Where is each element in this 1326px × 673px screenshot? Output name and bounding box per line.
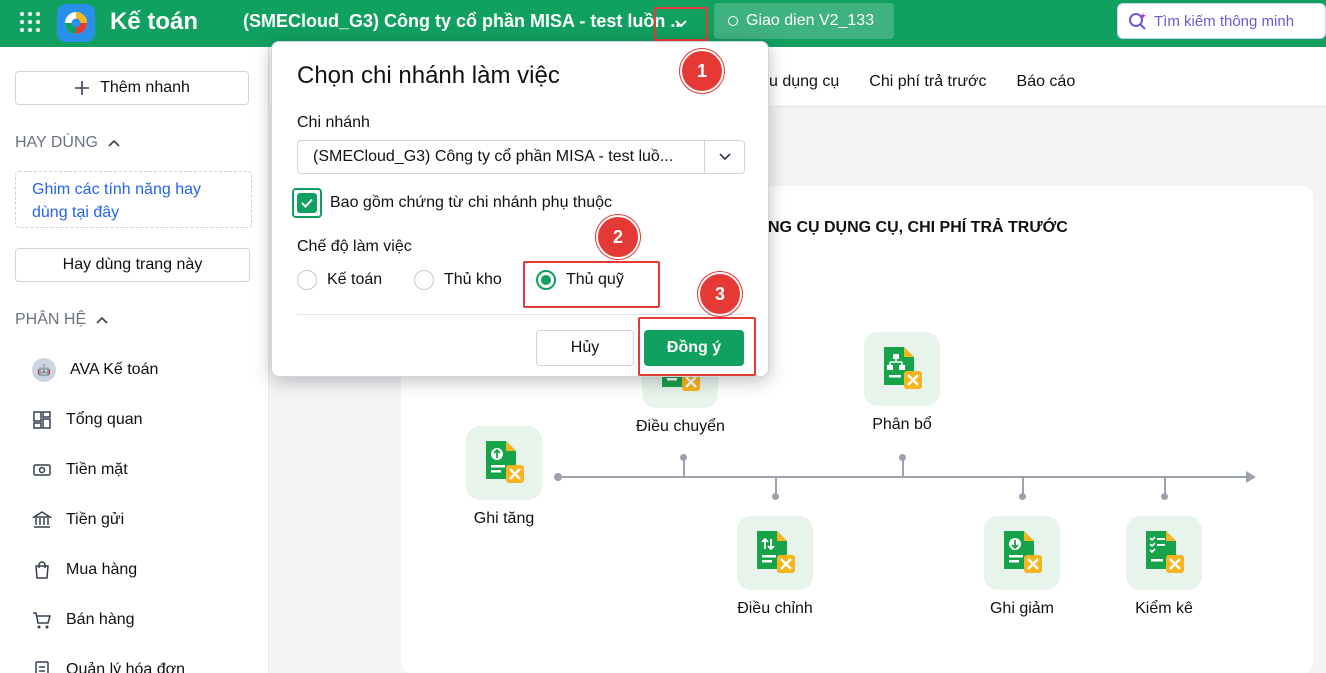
sidebar-item-purchase[interactable]: Mua hàng (32, 555, 137, 585)
tab-tools[interactable]: u dụng cụ (769, 73, 839, 91)
bank-icon (32, 510, 52, 530)
cart-icon (32, 610, 52, 630)
include-dependent-checkbox[interactable]: Bao gồm chứng từ chi nhánh phụ thuộc (292, 188, 612, 218)
branch-dropdown-toggle[interactable] (704, 141, 744, 173)
sidebar-item-label: Tiền gửi (66, 511, 125, 528)
radio-icon (414, 270, 434, 290)
step-badge-1: 1 (680, 49, 724, 93)
sidebar-item-cash[interactable]: Tiền mặt (32, 455, 128, 485)
ui-version-badge[interactable]: Giao dien V2_133 (714, 3, 894, 39)
stem-dot (772, 493, 779, 500)
node-label: Ghi tăng (473, 510, 535, 527)
step-badge-2: 2 (596, 215, 640, 259)
frequent-section-header[interactable]: HAY DÙNG (15, 134, 120, 152)
top-bar: Kế toán (SMECloud_G3) Công ty cổ phần MI… (0, 0, 1326, 47)
plus-icon (75, 81, 90, 95)
node-label: Ghi giảm (989, 600, 1055, 617)
step-badge-3: 3 (698, 272, 742, 316)
app-grid-icon[interactable] (18, 10, 42, 34)
tab-reports[interactable]: Báo cáo (1017, 73, 1076, 91)
flow-start-dot (554, 473, 562, 481)
include-dependent-label: Bao gồm chứng từ chi nhánh phụ thuộc (330, 194, 613, 211)
status-dot-icon (728, 16, 738, 26)
checkbox-focus-ring (292, 188, 322, 218)
chevron-down-icon (675, 20, 687, 28)
branch-select-value: (SMECloud_G3) Công ty cổ phần MISA - tes… (313, 148, 674, 165)
cash-icon (32, 460, 52, 480)
mode-radio-storekeeper[interactable]: Thủ kho (414, 270, 502, 290)
node-label: Điều chuyển (636, 418, 725, 435)
stem-dot (680, 454, 687, 461)
frequent-page-button[interactable]: Hay dùng trang này (15, 248, 250, 282)
mode-label: Chế độ làm việc (297, 238, 412, 255)
sidebar-item-bank[interactable]: Tiền gửi (32, 505, 124, 535)
tab-prepaid-expenses[interactable]: Chi phí trả trước (869, 73, 986, 91)
node-dieu-chinh[interactable]: Điều chỉnh (737, 516, 813, 618)
allocation-document-icon (864, 332, 940, 406)
frequent-section-title: HAY DÙNG (15, 134, 98, 151)
sidebar-item-ava[interactable]: 🤖 AVA Kế toán (32, 355, 158, 385)
node-label: Phân bổ (872, 416, 932, 433)
invoice-icon (32, 660, 52, 673)
sidebar-item-label: Mua hàng (66, 561, 138, 578)
node-kiem-ke[interactable]: Kiểm kê (1126, 516, 1202, 618)
node-phan-bo[interactable]: Phân bổ (864, 332, 940, 434)
company-dropdown-button[interactable] (654, 7, 708, 41)
cancel-button[interactable]: Hủy (536, 330, 634, 366)
radio-icon (297, 270, 317, 290)
radio-label: Thủ kho (444, 271, 502, 288)
ava-avatar-icon: 🤖 (32, 358, 56, 382)
chevron-up-icon (96, 316, 108, 324)
ai-search-icon (1129, 13, 1146, 30)
chevron-down-icon (718, 153, 731, 161)
sidebar-item-label: Quản lý hóa đơn (66, 661, 186, 673)
dialog-divider (297, 314, 745, 315)
misa-logo-icon (57, 4, 95, 42)
smart-search-placeholder: Tìm kiếm thông minh (1154, 12, 1295, 30)
smart-search-input[interactable]: Tìm kiếm thông minh (1117, 3, 1326, 39)
inventory-check-icon (1126, 516, 1202, 590)
sidebar-item-label: AVA Kế toán (70, 361, 159, 378)
radio-label: Kế toán (327, 271, 383, 288)
quick-add-label: Thêm nhanh (100, 79, 190, 96)
sidebar-item-label: Tiền mặt (66, 461, 128, 478)
highlight-cashier (523, 261, 660, 308)
sidebar-item-sales[interactable]: Bán hàng (32, 605, 135, 635)
branch-select[interactable]: (SMECloud_G3) Công ty cổ phần MISA - tes… (297, 140, 745, 174)
sidebar-item-label: Bán hàng (66, 611, 135, 628)
decrease-document-icon (984, 516, 1060, 590)
sidebar-item-overview[interactable]: Tổng quan (32, 405, 143, 435)
node-label: Kiểm kê (1135, 600, 1193, 617)
checkbox-checked-icon (297, 193, 317, 213)
shopping-bag-icon (32, 560, 52, 580)
stem-dot (899, 454, 906, 461)
mode-radio-accountant[interactable]: Kế toán (297, 270, 382, 290)
stem-dot (1019, 493, 1026, 500)
app-name: Kế toán (110, 8, 199, 35)
sidebar-item-label: Tổng quan (66, 411, 143, 428)
module-tabs: u dụng cụ Chi phí trả trước Báo cáo (769, 60, 1075, 104)
node-ghi-tang[interactable]: Ghi tăng (466, 426, 542, 528)
modules-section-header[interactable]: PHÂN HỆ (15, 311, 108, 329)
adjustment-document-icon (737, 516, 813, 590)
increase-document-icon (466, 426, 542, 500)
pin-hint-box: Ghim các tính năng hay dùng tại đây (15, 171, 252, 228)
node-ghi-giam[interactable]: Ghi giảm (984, 516, 1060, 618)
company-name[interactable]: (SMECloud_G3) Công ty cổ phần MISA - tes… (243, 11, 680, 32)
sidebar: Thêm nhanh HAY DÙNG Ghim các tính năng h… (0, 47, 269, 673)
modules-section-title: PHÂN HỆ (15, 311, 87, 328)
dialog-title: Chọn chi nhánh làm việc (297, 62, 560, 89)
sidebar-item-invoice[interactable]: Quản lý hóa đơn (32, 655, 185, 673)
quick-add-button[interactable]: Thêm nhanh (15, 71, 249, 105)
dashboard-icon (32, 410, 52, 430)
ui-version-label: Giao dien V2_133 (746, 12, 875, 29)
panel-title: NG CỤ DỤNG CỤ, CHI PHÍ TRẢ TRƯỚC (768, 219, 1068, 236)
flow-line (557, 476, 1247, 478)
flow-arrow-icon (1246, 471, 1256, 483)
highlight-confirm (638, 317, 756, 376)
node-label: Điều chỉnh (737, 600, 813, 617)
stem-dot (1161, 493, 1168, 500)
chevron-up-icon (108, 139, 120, 147)
branch-label: Chi nhánh (297, 114, 370, 131)
